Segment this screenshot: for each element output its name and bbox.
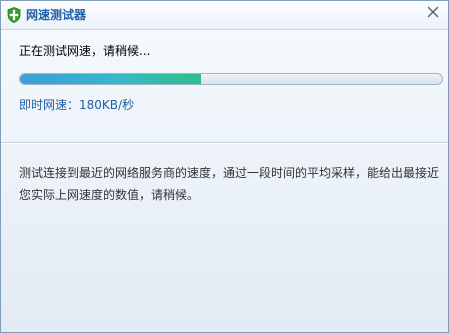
description-line-2: 您实际上网速度的数值，请稍候。 bbox=[19, 188, 200, 202]
divider bbox=[1, 142, 448, 144]
progress-fill bbox=[20, 74, 202, 84]
description-text: 测试连接到最近的网络服务商的速度，通过一段时间的平均采样，能给出最接近 您实际上… bbox=[19, 162, 439, 206]
progress-bar bbox=[19, 73, 443, 85]
speed-readout: 即时网速：180KB/秒 bbox=[19, 98, 134, 112]
title-bar[interactable]: 网速测试器 bbox=[1, 1, 448, 30]
window-title: 网速测试器 bbox=[26, 8, 87, 22]
green-shield-icon bbox=[7, 7, 21, 23]
close-icon bbox=[427, 6, 439, 18]
speed-value: 180KB/秒 bbox=[79, 98, 135, 112]
speed-test-window: 网速测试器 正在测试网速，请稍候... 即时网速：180KB/秒 测试连接到最近… bbox=[0, 0, 449, 333]
status-message: 正在测试网速，请稍候... bbox=[19, 44, 151, 58]
description-line-1: 测试连接到最近的网络服务商的速度，通过一段时间的平均采样，能给出最接近 bbox=[19, 166, 440, 180]
speed-label: 即时网速： bbox=[19, 98, 80, 112]
close-button[interactable] bbox=[424, 3, 442, 21]
